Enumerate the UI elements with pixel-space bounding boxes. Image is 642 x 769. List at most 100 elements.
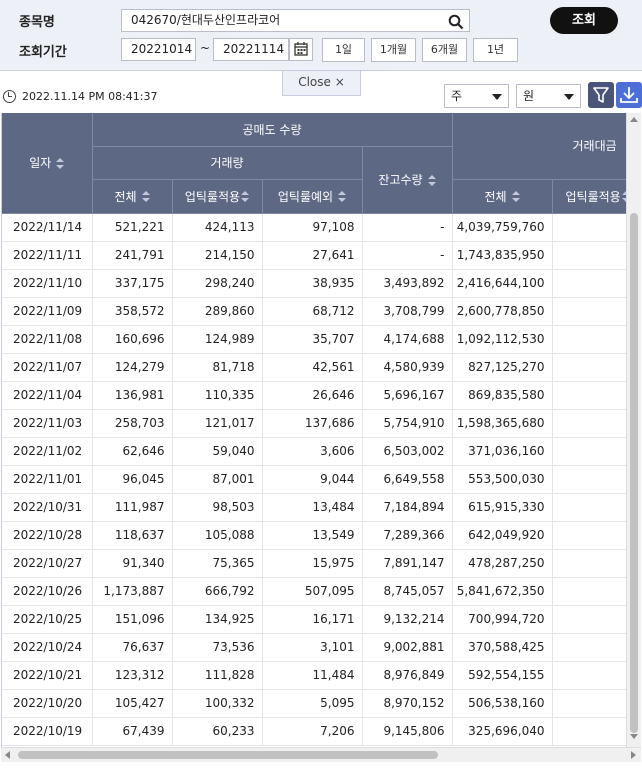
calendar-icon[interactable] [289,38,313,61]
table-row[interactable]: 2022/11/02 62,646 59,040 3,606 6,503,002 371,… [2,437,626,466]
table-cell: - [362,241,453,270]
horizontal-scroll-thumb[interactable] [18,751,438,759]
download-icon[interactable] [616,82,642,108]
table-cell: 2022/10/28 [2,521,93,550]
table-row[interactable]: 2022/11/14 521,221 424,113 97,108-4,039,759… [2,213,626,242]
sort-icon[interactable] [338,191,347,203]
sub-volume: 거래량 [92,146,363,180]
data-grid: 일자 공매도 수량 거래대금 거래량 잔고수량 전체 업틱룰적용 업틱룰예외 전… [1,113,626,747]
horizontal-scrollbar[interactable] [1,747,641,762]
table-row[interactable]: 2022/10/31 111,987 98,503 13,484 7,184,894 61… [2,493,626,522]
col-amt-total[interactable]: 전체 [452,179,553,214]
close-panel-button[interactable]: Close × [282,71,361,96]
table-row[interactable]: 2022/11/08 160,696 124,989 35,707 4,174,688 1… [2,325,626,354]
sort-icon[interactable] [511,191,520,203]
table-cell: 16,171 [262,605,363,634]
col-amt-uptick[interactable]: 업틱룰적용 [552,179,626,214]
table-cell: 537,313,68 [552,661,626,690]
table-cell: 9,145,806 [362,717,453,746]
stock-input[interactable]: 042670/현대두산인프라코어 [121,9,470,32]
table-cell: 59,040 [172,437,263,466]
table-cell: 349,698,16 [552,437,626,466]
table-cell: 2,600,778,850 [452,297,553,326]
chevron-down-icon [564,94,574,100]
currency-select[interactable]: 원 [516,84,581,108]
table-row[interactable]: 2022/10/28 118,637 105,088 13,549 7,289,366 6… [2,521,626,550]
period-1day-button[interactable]: 1일 [322,38,365,62]
table-cell: 110,335 [172,381,263,410]
table-cell: 67,439 [92,717,173,746]
table-cell: 6,503,002 [362,437,453,466]
search-icon[interactable] [448,14,464,30]
table-row[interactable]: 2022/11/09 358,572 289,860 68,712 3,708,799 2… [2,297,626,326]
table-row[interactable]: 2022/10/20 105,427 100,332 5,095 8,970,152 50… [2,689,626,718]
table-row[interactable]: 2022/10/21 123,312 111,828 11,484 8,976,849 5… [2,661,626,690]
table-cell: 482,024,03 [552,689,626,718]
table-cell: 3,280,103, [552,213,626,242]
search-panel: 종목명 042670/현대두산인프라코어 조회 조회기간 20221014 ~ … [0,0,642,71]
table-cell: 4,580,939 [362,353,453,382]
table-cell: 214,150 [172,241,263,270]
vertical-scrollbar[interactable] [626,113,641,747]
scroll-down-icon[interactable] [630,734,638,739]
col-date[interactable]: 일자 [2,113,93,214]
table-row[interactable]: 2022/10/19 67,439 60,233 7,206 9,145,806 325,… [2,717,626,746]
table-cell: 850,628,15 [552,325,626,354]
table-cell: 13,549 [262,521,363,550]
col-total[interactable]: 전체 [92,179,173,214]
col-balance[interactable]: 잔고수량 [362,146,453,214]
table-cell: 124,989 [172,325,263,354]
table-cell: 2022/11/02 [2,437,93,466]
table-cell: 2022/10/24 [2,633,93,662]
table-cell: 258,703 [92,409,173,438]
sort-icon[interactable] [427,174,436,187]
table-row[interactable]: 2022/11/04 136,981 110,335 26,646 5,696,167 8… [2,381,626,410]
col-uptick-ex[interactable]: 업틱룰예외 [262,179,363,214]
period-1month-button[interactable]: 1개월 [371,38,416,62]
scroll-up-icon[interactable] [630,117,638,122]
table-row[interactable]: 2022/11/03 258,703 121,017 137,686 5,754,910… [2,409,626,438]
table-cell: 298,240 [172,269,263,298]
scroll-right-icon[interactable] [631,751,636,759]
table-row[interactable]: 2022/10/24 76,637 73,536 3,101 9,002,881 370,… [2,633,626,662]
table-cell: 15,975 [262,549,363,578]
table-cell: 134,925 [172,605,263,634]
period-6month-button[interactable]: 6개월 [422,38,467,62]
table-row[interactable]: 2022/10/25 151,096 134,925 16,171 9,132,214 7… [2,605,626,634]
date-to-input[interactable]: 20221114 [213,38,289,61]
table-cell: 4,174,688 [362,325,453,354]
table-cell: 27,641 [262,241,363,270]
table-row[interactable]: 2022/10/26 1,173,887 666,792 507,095 8,745,0… [2,577,626,606]
sort-icon[interactable] [56,157,65,170]
table-cell: 96,045 [92,465,173,494]
table-cell: 592,554,155 [452,661,553,690]
scroll-left-icon[interactable] [5,751,10,759]
table-row[interactable]: 2022/11/10 337,175 298,240 38,935 3,493,892 2… [2,269,626,298]
filter-icon[interactable] [588,82,614,108]
table-cell: 506,538,160 [452,689,553,718]
table-cell: 2022/10/25 [2,605,93,634]
table-cell: 325,696,040 [452,717,553,746]
table-row[interactable]: 2022/11/07 124,279 81,718 42,561 4,580,939 82… [2,353,626,382]
table-cell: 2022/11/01 [2,465,93,494]
table-cell: 625,186,58 [552,605,626,634]
table-cell: 100,332 [172,689,263,718]
table-cell: 7,184,894 [362,493,453,522]
vertical-scroll-thumb[interactable] [630,213,638,733]
sort-icon[interactable] [241,191,250,203]
table-cell: 7,289,366 [362,521,453,550]
col-uptick[interactable]: 업틱룰적용 [172,179,263,214]
table-row[interactable]: 2022/11/11 241,791 214,150 27,641-1,743,835… [2,241,626,270]
query-button[interactable]: 조회 [550,7,618,34]
table-cell: 3,708,799 [362,297,453,326]
unit-select[interactable]: 주 [444,84,509,108]
period-1year-button[interactable]: 1년 [473,38,518,62]
table-cell: 87,001 [172,465,263,494]
table-cell: 4,039,759,760 [452,213,553,242]
table-cell: 545,869,70 [552,353,626,382]
sort-icon[interactable] [141,191,150,203]
table-cell: 2022/11/10 [2,269,93,298]
date-from-input[interactable]: 20221014 [121,38,196,61]
table-row[interactable]: 2022/10/27 91,340 75,365 15,975 7,891,147 478… [2,549,626,578]
table-row[interactable]: 2022/11/01 96,045 87,001 9,044 6,649,558 553,… [2,465,626,494]
